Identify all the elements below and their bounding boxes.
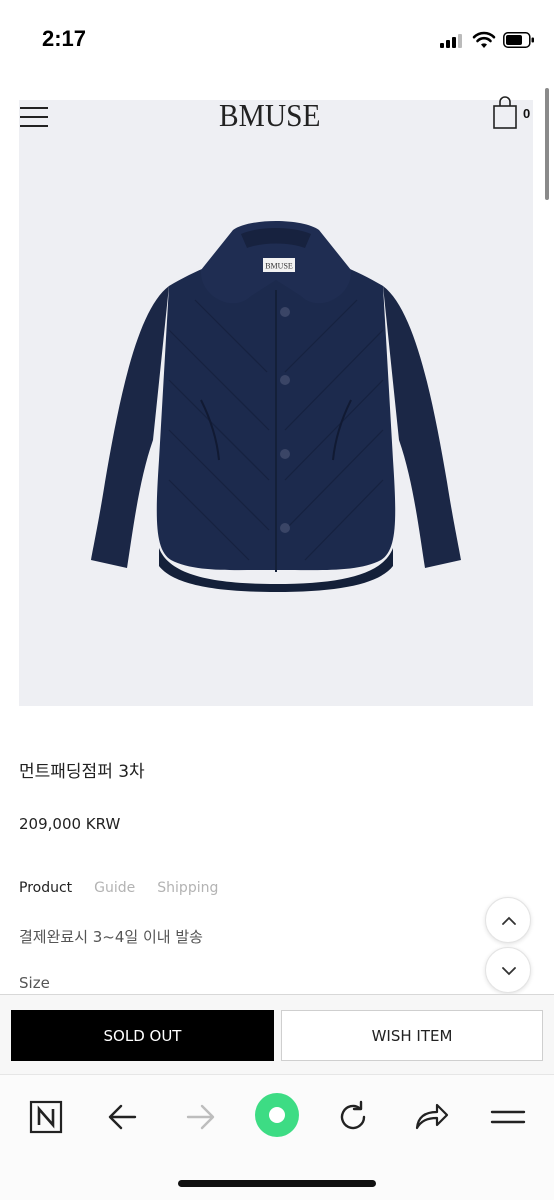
jacket-photo: BMUSE [91,221,461,592]
tab-shipping[interactable]: Shipping [157,880,218,896]
reload-icon[interactable] [331,1095,375,1139]
tab-guide[interactable]: Guide [94,880,135,896]
cart-button[interactable]: 0 [492,96,536,130]
chevron-up-icon [502,916,516,925]
page-scrollbar[interactable] [545,88,549,200]
hamburger-menu-icon[interactable] [20,107,48,129]
brand-logo[interactable]: BMUSE [219,97,320,134]
product-image[interactable]: BMUSE [19,100,533,706]
menu-icon[interactable] [486,1095,530,1139]
green-dot-icon[interactable] [253,1091,301,1139]
status-time: 2:17 [42,26,87,51]
back-arrow-icon[interactable] [101,1095,145,1139]
chevron-down-icon [502,967,516,976]
shopping-bag-icon [493,96,517,129]
share-icon[interactable] [409,1095,453,1139]
wifi-icon [472,31,496,48]
tab-product[interactable]: Product [19,880,72,896]
jacket-label: BMUSE [265,262,293,271]
home-indicator[interactable] [178,1180,376,1187]
wish-item-button[interactable]: WISH ITEM [281,1010,543,1061]
size-label: Size [19,974,50,992]
product-price: 209,000 KRW [19,815,121,833]
product-name: 먼트패딩점퍼 3차 [19,762,145,782]
forward-arrow-icon[interactable] [178,1095,222,1139]
signal-icon [440,34,464,48]
status-bar: 2:17 [0,0,554,80]
sold-out-button[interactable]: SOLD OUT [11,1010,274,1061]
cart-count: 0 [523,106,531,121]
naver-icon[interactable] [24,1095,68,1139]
purchase-bar: SOLD OUT WISH ITEM [0,994,554,1074]
shipping-note: 결제완료시 3~4일 이내 발송 [19,928,203,946]
scroll-up-button[interactable] [485,897,531,943]
scroll-down-button[interactable] [485,947,531,993]
battery-icon [503,32,534,48]
product-tabs: Product Guide Shipping [19,880,218,896]
